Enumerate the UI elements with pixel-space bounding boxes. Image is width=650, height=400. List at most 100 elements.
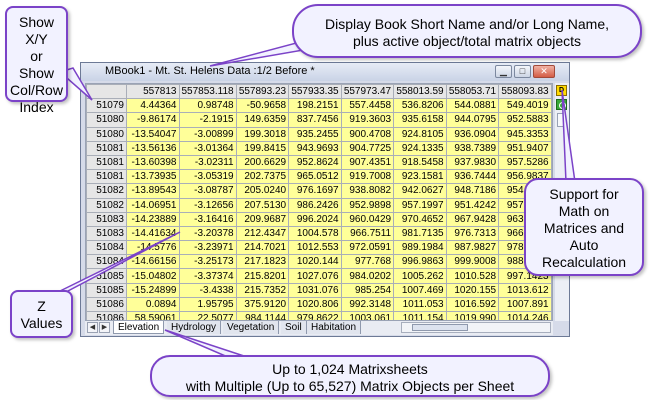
matrix-cell[interactable]: -13.60398 bbox=[126, 154, 180, 171]
row-header[interactable]: 51085 bbox=[86, 282, 127, 298]
matrix-cell[interactable]: -3.01364 bbox=[178, 140, 237, 156]
row-header[interactable]: 51080 bbox=[86, 112, 127, 128]
matrix-cell[interactable]: 996.2024 bbox=[288, 211, 342, 227]
matrix-cell[interactable]: 948.7186 bbox=[445, 183, 500, 199]
matrix-cell[interactable]: 375.9120 bbox=[235, 296, 290, 313]
matrix-cell[interactable]: 214.7021 bbox=[235, 240, 290, 256]
matrix-cell[interactable]: 0.98748 bbox=[178, 98, 237, 114]
matrix-cell[interactable]: 952.8624 bbox=[288, 154, 342, 171]
matrix-cell[interactable]: -2.1915 bbox=[178, 112, 237, 128]
matrix-cell[interactable]: 1.95795 bbox=[178, 296, 237, 313]
row-header[interactable]: 51084 bbox=[86, 240, 127, 256]
matrix-cell[interactable]: 1031.076 bbox=[288, 282, 342, 298]
matrix-cell[interactable]: 205.0240 bbox=[235, 183, 290, 199]
row-header[interactable]: 51084 bbox=[86, 254, 127, 270]
matrix-cell[interactable]: 979.8622 bbox=[288, 310, 342, 320]
matrix-cell[interactable]: 972.0591 bbox=[340, 240, 395, 256]
matrix-cell[interactable]: 957.1997 bbox=[393, 197, 447, 213]
matrix-cell[interactable]: -3.05319 bbox=[178, 169, 237, 185]
matrix-cell[interactable]: 1019.990 bbox=[445, 310, 500, 320]
matrix-cell[interactable]: 996.9863 bbox=[393, 254, 447, 270]
matrix-cell[interactable]: 209.9687 bbox=[235, 211, 290, 227]
recalculate-icon[interactable] bbox=[556, 99, 567, 110]
matrix-cell[interactable]: -50.9658 bbox=[235, 98, 290, 114]
matrix-cell[interactable]: 58.59061 bbox=[126, 310, 180, 320]
prev-sheet-button[interactable]: ◀ bbox=[87, 322, 98, 333]
row-header[interactable]: 51085 bbox=[86, 268, 127, 284]
matrix-cell[interactable]: 960.0429 bbox=[340, 211, 395, 227]
column-header[interactable]: 557933.35 bbox=[288, 84, 342, 100]
matrix-cell[interactable]: -14.41634 bbox=[126, 225, 180, 242]
matrix-cell[interactable]: 938.8082 bbox=[340, 183, 395, 199]
row-header[interactable]: 51081 bbox=[86, 169, 127, 185]
matrix-cell[interactable]: 936.0904 bbox=[445, 126, 500, 142]
matrix-cell[interactable]: -9.86174 bbox=[126, 112, 180, 128]
matrix-cell[interactable]: 1020.806 bbox=[288, 296, 342, 313]
window-titlebar[interactable]: MBook1 - Mt. St. Helens Data :1/2 Before… bbox=[81, 63, 569, 81]
matrix-cell[interactable]: 1010.528 bbox=[445, 268, 500, 284]
matrix-cell[interactable]: 984.1144 bbox=[235, 310, 290, 320]
matrix-cell[interactable]: 1016.592 bbox=[445, 296, 500, 313]
matrix-cell[interactable]: 951.9407 bbox=[498, 140, 552, 156]
matrix-grid[interactable]: 557813 557853.118 557893.23 557933.35 55… bbox=[85, 83, 553, 321]
matrix-cell[interactable]: -14.5776 bbox=[126, 240, 180, 256]
matrix-cell[interactable]: 957.5286 bbox=[498, 154, 552, 171]
matrix-cell[interactable]: 1012.553 bbox=[288, 240, 342, 256]
tab-elevation[interactable]: Elevation bbox=[113, 321, 165, 334]
matrix-cell[interactable]: 945.3353 bbox=[498, 126, 552, 142]
matrix-cell[interactable]: 1020.155 bbox=[445, 282, 500, 298]
matrix-cell[interactable]: 919.7008 bbox=[340, 169, 395, 185]
matrix-cell[interactable]: -3.02311 bbox=[178, 154, 237, 171]
matrix-cell[interactable]: 22.5077 bbox=[178, 310, 237, 320]
matrix-cell[interactable]: 999.9008 bbox=[445, 254, 500, 270]
matrix-cell[interactable]: 936.7444 bbox=[445, 169, 500, 185]
matrix-cell[interactable]: 1014.246 bbox=[498, 310, 552, 320]
matrix-cell[interactable]: 924.1335 bbox=[393, 140, 447, 156]
matrix-cell[interactable]: 1004.578 bbox=[288, 225, 342, 242]
column-header[interactable]: 557973.47 bbox=[340, 84, 395, 100]
minimize-button[interactable]: ▁ bbox=[495, 65, 512, 78]
matrix-cell[interactable]: 215.8201 bbox=[235, 268, 290, 284]
matrix-cell[interactable]: 907.4351 bbox=[340, 154, 395, 171]
matrix-cell[interactable]: -3.00899 bbox=[178, 126, 237, 142]
matrix-cell[interactable]: -13.54047 bbox=[126, 126, 180, 142]
horizontal-scrollbar[interactable] bbox=[401, 322, 551, 333]
matrix-cell[interactable]: 1013.612 bbox=[498, 282, 552, 298]
row-header[interactable]: 51081 bbox=[86, 140, 127, 156]
matrix-cell[interactable]: 952.9898 bbox=[340, 197, 395, 213]
matrix-cell[interactable]: -3.12656 bbox=[178, 197, 237, 213]
matrix-cell[interactable]: -3.20378 bbox=[178, 225, 237, 242]
tab-vegetation[interactable]: Vegetation bbox=[223, 321, 280, 334]
matrix-cell[interactable]: 992.3148 bbox=[340, 296, 395, 313]
matrix-cell[interactable]: 202.7375 bbox=[235, 169, 290, 185]
matrix-cell[interactable]: -14.06951 bbox=[126, 197, 180, 213]
matrix-cell[interactable]: 966.7511 bbox=[340, 225, 395, 242]
matrix-cell[interactable]: 198.2151 bbox=[288, 98, 342, 114]
matrix-cell[interactable]: 984.0202 bbox=[340, 268, 395, 284]
row-header[interactable]: 51081 bbox=[86, 154, 127, 171]
matrix-cell[interactable]: -15.04802 bbox=[126, 268, 180, 284]
matrix-cell[interactable]: 1027.076 bbox=[288, 268, 342, 284]
matrix-cell[interactable]: -13.89543 bbox=[126, 183, 180, 199]
matrix-cell[interactable]: -14.23889 bbox=[126, 211, 180, 227]
matrix-cell[interactable]: 1007.469 bbox=[393, 282, 447, 298]
matrix-cell[interactable]: -3.16416 bbox=[178, 211, 237, 227]
row-header[interactable]: 51079 bbox=[86, 98, 127, 114]
matrix-cell[interactable]: 199.3018 bbox=[235, 126, 290, 142]
column-header[interactable]: 557853.118 bbox=[178, 84, 237, 100]
tab-habitation[interactable]: Habitation bbox=[307, 321, 362, 334]
matrix-cell[interactable]: 935.2455 bbox=[288, 126, 342, 142]
row-header[interactable]: 51082 bbox=[86, 183, 127, 199]
close-button[interactable]: ✕ bbox=[533, 65, 555, 78]
matrix-cell[interactable]: -3.23971 bbox=[178, 240, 237, 256]
matrix-cell[interactable]: 987.9827 bbox=[445, 240, 500, 256]
matrix-cell[interactable]: 976.7313 bbox=[445, 225, 500, 242]
data-mode-icon[interactable]: D bbox=[556, 85, 567, 96]
matrix-cell[interactable]: 976.1697 bbox=[288, 183, 342, 199]
column-header[interactable]: 557813 bbox=[126, 84, 180, 100]
matrix-cell[interactable]: 0.0894 bbox=[126, 296, 180, 313]
matrix-cell[interactable]: 215.7352 bbox=[235, 282, 290, 298]
maximize-button[interactable]: □ bbox=[514, 65, 531, 78]
horizontal-scrollbar-thumb[interactable] bbox=[412, 324, 468, 331]
matrix-cell[interactable]: 1005.262 bbox=[393, 268, 447, 284]
